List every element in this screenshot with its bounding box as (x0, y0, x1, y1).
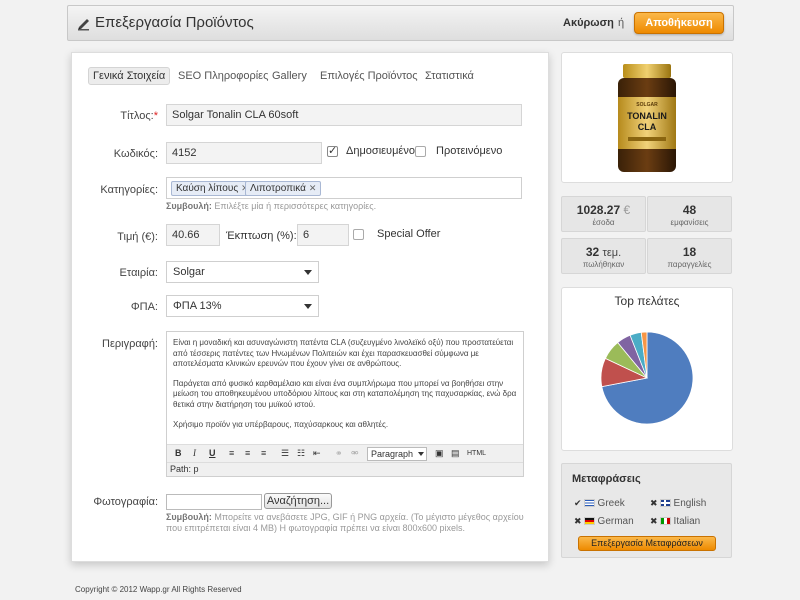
tab-gallery[interactable]: Gallery (272, 67, 307, 85)
numbered-list-icon[interactable]: ☷ (297, 448, 305, 459)
title-label: Τίτλος:* (120, 110, 158, 122)
align-right-icon[interactable]: ≡ (261, 448, 266, 458)
link-icon[interactable]: ⚭ (335, 448, 343, 459)
check-icon: ✔ (574, 498, 582, 508)
align-left-icon[interactable]: ≡ (229, 448, 234, 458)
lang-german[interactable]: ✖ German (574, 516, 634, 527)
categories-hint: Συμβουλή: Επιλέξτε μία ή περισσότερες κα… (166, 201, 377, 211)
discount-label: Έκπτωση (%): (226, 230, 297, 242)
product-name-line2: CLA (638, 122, 657, 132)
save-button[interactable]: Αποθήκευση (634, 12, 724, 34)
top-customers-pie (600, 331, 694, 425)
english-flag-icon (659, 499, 671, 507)
stat-views: 48 εμφανίσεις (647, 196, 732, 232)
browse-button[interactable]: Αναζήτηση... (264, 493, 332, 509)
cross-icon: ✖ (650, 498, 658, 508)
page-title: Επεξεργασία Προϊόντος (95, 14, 254, 31)
translations-title: Μεταφράσεις (572, 473, 641, 485)
bold-button[interactable]: B (175, 448, 182, 458)
price-label: Τιμή (€): (117, 231, 158, 243)
cross-icon: ✖ (574, 516, 582, 526)
image-icon[interactable]: ▣ (435, 448, 444, 459)
vat-select[interactable]: ΦΠΑ 13% (166, 295, 319, 317)
align-center-icon[interactable]: ≡ (245, 448, 250, 458)
pencil-icon (78, 19, 89, 31)
chevron-down-icon (304, 270, 312, 275)
german-flag-icon (583, 517, 595, 525)
price-input[interactable]: 40.66 (166, 224, 220, 246)
top-customers-title: Top πελάτες (614, 294, 680, 308)
chevron-down-icon (418, 452, 424, 456)
code-label: Κωδικός: (113, 148, 158, 160)
photo-file-input[interactable] (166, 494, 262, 510)
lang-greek[interactable]: ✔ Greek (574, 498, 625, 509)
underline-button[interactable]: U (209, 448, 216, 458)
editor-path: Path: p (167, 462, 523, 476)
bullet-list-icon[interactable]: ☰ (281, 448, 289, 459)
or-separator: ή (618, 17, 625, 29)
product-name-line1: TONALIN (627, 111, 667, 121)
edit-translations-button[interactable]: Επεξεργασία Μεταφράσεων (578, 536, 716, 551)
translations-panel: Μεταφράσεις ✔ Greek ✖ English ✖ German ✖ Ita… (561, 463, 732, 558)
product-brand: SOLGAR (636, 102, 658, 108)
stat-revenue: 1028.27 € έσοδα (561, 196, 646, 232)
cancel-link[interactable]: Ακύρωση (563, 17, 614, 29)
featured-checkbox[interactable] (415, 146, 426, 157)
footer-copyright: Copyright © 2012 Wapp.gr All Rights Rese… (75, 585, 242, 594)
stat-sold: 32 τεμ. πωλήθηκαν (561, 238, 646, 274)
page-header: Επεξεργασία Προϊόντος Ακύρωση ή Αποθήκευ… (67, 5, 734, 41)
remove-tag-icon[interactable]: ✕ (309, 183, 317, 193)
product-image-card: SOLGAR TONALIN CLA (561, 52, 733, 183)
tab-seo[interactable]: SEO Πληροφορίες (178, 67, 268, 85)
categories-input[interactable]: Καύση λίπους✕ Λιποτροπικά✕ (166, 177, 522, 199)
top-customers-card: Top πελάτες (561, 287, 733, 451)
company-select[interactable]: Solgar (166, 261, 319, 283)
tab-product-options[interactable]: Επιλογές Προϊόντος (320, 67, 418, 85)
categories-label: Κατηγορίες: (100, 184, 158, 196)
vat-label: ΦΠΑ: (130, 301, 158, 313)
cross-icon: ✖ (650, 516, 658, 526)
featured-label: Προτεινόμενο (436, 145, 503, 157)
stat-orders: 18 παραγγελίες (647, 238, 732, 274)
product-image: SOLGAR TONALIN CLA (618, 64, 676, 172)
title-input[interactable]: Solgar Tonalin CLA 60soft (166, 104, 522, 126)
special-offer-label: Special Offer (377, 228, 441, 240)
category-tag: Καύση λίπους✕ (171, 181, 254, 196)
chevron-down-icon (304, 304, 312, 309)
unlink-icon[interactable]: ⚮ (351, 448, 359, 459)
tab-general[interactable]: Γενικά Στοιχεία (88, 67, 171, 85)
editor-toolbar: B I U ≡ ≡ ≡ ☰ ☷ ⇤ ⚭ ⚮ Paragraph ▣ ▤ HTML (167, 444, 523, 462)
photo-label: Φωτογραφία: (93, 496, 158, 508)
description-label: Περιγραφή: (102, 338, 158, 350)
company-label: Εταιρία: (119, 267, 158, 279)
outdent-icon[interactable]: ⇤ (313, 448, 321, 459)
italic-button[interactable]: I (193, 448, 196, 458)
published-checkbox[interactable] (327, 144, 338, 157)
media-icon[interactable]: ▤ (451, 448, 460, 459)
code-input[interactable]: 4152 (166, 142, 322, 164)
lang-italian[interactable]: ✖ Italian (650, 516, 700, 527)
description-editor[interactable]: Είναι η μοναδική και ασυναγώνιστη πατέντ… (166, 331, 524, 477)
format-select[interactable]: Paragraph (367, 447, 427, 461)
product-form-panel: Γενικά Στοιχεία SEO Πληροφορίες Gallery … (71, 52, 549, 562)
discount-input[interactable]: 6 (297, 224, 349, 246)
italian-flag-icon (659, 517, 671, 525)
published-label: Δημοσιευμένο (346, 145, 415, 157)
lang-english[interactable]: ✖ English (650, 498, 706, 509)
description-text[interactable]: Είναι η μοναδική και ασυναγώνιστη πατέντ… (173, 338, 517, 439)
tab-statistics[interactable]: Στατιστικά (425, 67, 474, 85)
category-tag: Λιποτροπικά ✕ (245, 181, 322, 196)
greek-flag-icon (583, 499, 595, 507)
photo-hint: Συμβουλή: Μπορείτε να ανεβάσετε JPG, GIF… (166, 512, 524, 533)
special-offer-checkbox[interactable] (353, 229, 364, 240)
html-icon[interactable]: HTML (467, 450, 486, 457)
